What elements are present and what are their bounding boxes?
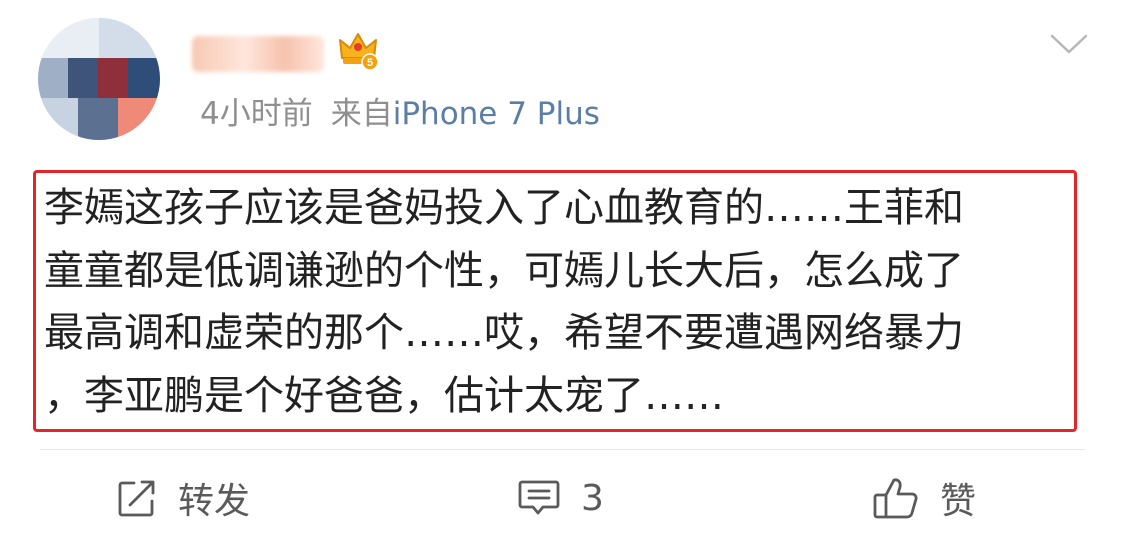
crown-vip-icon: 5 <box>336 28 380 72</box>
post-body-line: 最高调和虚荣的那个……哎，希望不要遭遇网络暴力 <box>44 310 964 356</box>
post-body: 李嫣这孩子应该是爸妈投入了心血教育的……王菲和 童童都是低调谦逊的个性，可嫣儿长… <box>44 177 1074 427</box>
chevron-down-icon[interactable] <box>1050 30 1088 58</box>
post-body-line: ，李亚鹏是个好爸爸，估计太宠了…… <box>44 372 724 419</box>
repost-icon <box>116 477 158 519</box>
repost-button[interactable]: 转发 <box>116 470 250 526</box>
post-time: 4小时前 <box>200 96 313 132</box>
comment-button[interactable]: 3 <box>517 470 604 526</box>
thumbs-up-icon <box>872 475 920 521</box>
post-body-highlight: 李嫣这孩子应该是爸妈投入了心血教育的……王菲和 童童都是低调谦逊的个性，可嫣儿长… <box>33 170 1077 432</box>
post-body-line: 李嫣这孩子应该是爸妈投入了心血教育的……王菲和 <box>44 185 964 231</box>
source-device-link[interactable]: iPhone 7 Plus <box>393 96 600 132</box>
post-body-line: 童童都是低调谦逊的个性，可嫣儿长大后，怎么成了 <box>44 247 964 294</box>
repost-label: 转发 <box>178 481 251 522</box>
comment-count: 3 <box>581 477 604 519</box>
comment-icon <box>517 477 561 519</box>
divider <box>40 449 1085 450</box>
username[interactable] <box>192 36 324 72</box>
source-prefix: 来自 <box>330 96 393 132</box>
like-button[interactable]: 赞 <box>872 470 976 526</box>
user-avatar[interactable] <box>38 18 160 140</box>
vip-level: 5 <box>367 57 373 69</box>
post-meta: 4小时前 来自iPhone 7 Plus <box>200 92 600 136</box>
like-label: 赞 <box>940 481 977 522</box>
